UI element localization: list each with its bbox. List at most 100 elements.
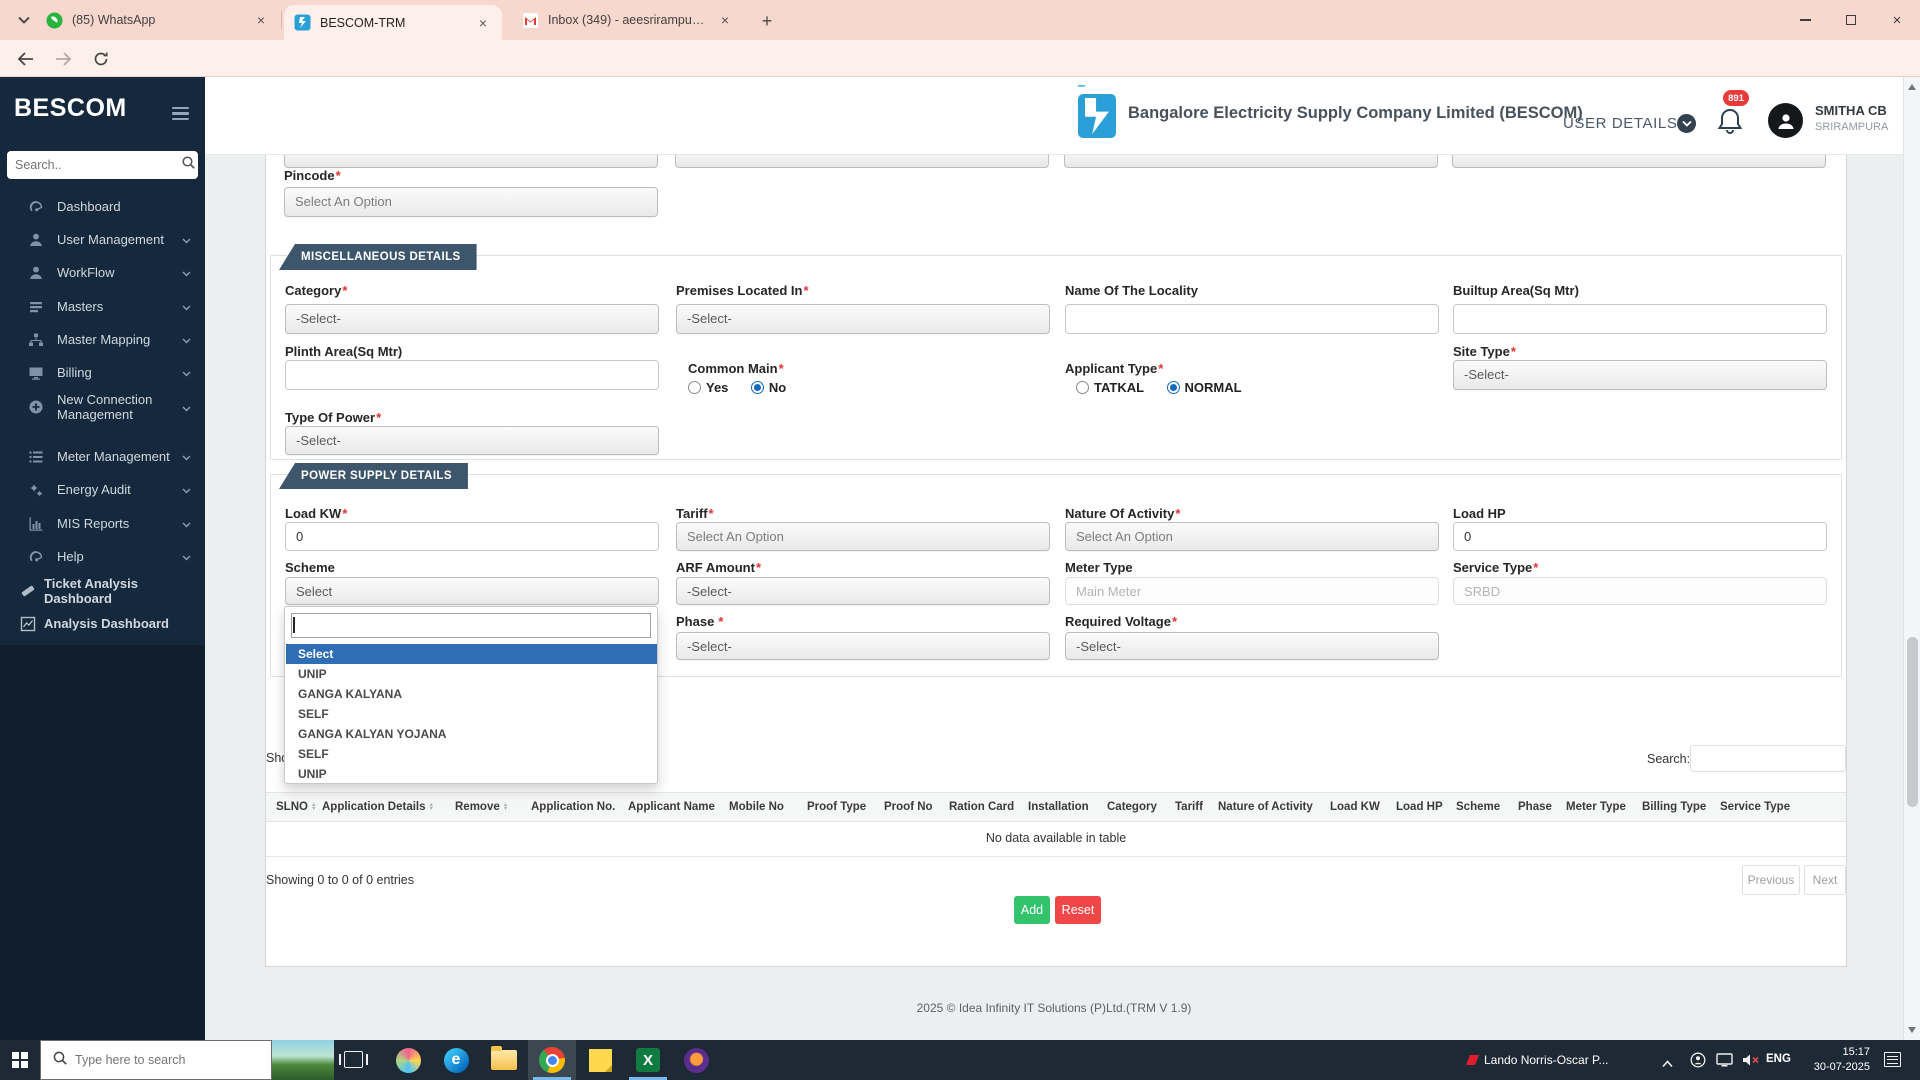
taskbar-app-stickynotes[interactable]: [576, 1040, 624, 1080]
user-avatar[interactable]: [1768, 103, 1803, 138]
load-kw-input[interactable]: [285, 522, 659, 551]
column-header-slno[interactable]: SLNO ▲ ▼: [276, 801, 322, 813]
arf-amount-select[interactable]: -Select-: [676, 577, 1050, 605]
search-icon[interactable]: [182, 156, 195, 174]
chevron-down-icon[interactable]: [1677, 114, 1696, 133]
column-header[interactable]: Nature of Activity: [1218, 801, 1330, 813]
start-button[interactable]: [12, 1052, 28, 1068]
taskbar-app-purple[interactable]: [672, 1040, 720, 1080]
close-tab-icon[interactable]: ×: [474, 14, 492, 32]
column-header[interactable]: Mobile No: [729, 801, 807, 813]
taskbar-app-explorer[interactable]: [480, 1040, 528, 1080]
scheme-option[interactable]: Select: [286, 644, 657, 664]
close-tab-icon[interactable]: ×: [716, 11, 734, 29]
close-window-button[interactable]: ×: [1874, 0, 1920, 40]
back-icon[interactable]: [10, 44, 40, 74]
site-type-select[interactable]: -Select-: [1453, 360, 1827, 390]
load-hp-input[interactable]: [1453, 522, 1827, 551]
scheme-option[interactable]: GANGA KALYANA: [286, 684, 657, 704]
language-indicator[interactable]: ENG: [1766, 1053, 1791, 1065]
sidebar-item-analysis-dashboard[interactable]: Analysis Dashboard: [0, 607, 205, 640]
tray-person-icon[interactable]: [1690, 1052, 1706, 1073]
plinth-area-input[interactable]: [285, 360, 659, 390]
column-header-remove[interactable]: Remove ▲ ▼: [455, 801, 531, 813]
truncated-select[interactable]: [1452, 155, 1826, 168]
locality-input[interactable]: [1065, 304, 1439, 334]
sidebar-search-input[interactable]: [7, 158, 182, 172]
column-header[interactable]: Installation: [1028, 801, 1107, 813]
column-header[interactable]: Service Type: [1720, 801, 1790, 813]
taskbar-news-headline[interactable]: Lando Norris-Oscar P...: [1484, 1053, 1644, 1067]
scheme-option[interactable]: UNIP: [286, 764, 657, 784]
column-header[interactable]: Load HP: [1396, 801, 1456, 813]
add-button[interactable]: Add: [1014, 896, 1050, 924]
column-header[interactable]: Scheme: [1456, 801, 1518, 813]
scheme-option[interactable]: UNIP: [286, 664, 657, 684]
truncated-select[interactable]: [675, 155, 1049, 168]
sidebar-item-new-connection-management[interactable]: New Connection Management: [0, 382, 205, 432]
table-search-input[interactable]: [1690, 745, 1846, 772]
scheme-select[interactable]: Select: [285, 577, 659, 605]
user-details-menu[interactable]: USER DETAILS: [1563, 115, 1677, 132]
column-header-application-details[interactable]: Application Details ▲ ▼: [322, 801, 455, 813]
premises-located-in-select[interactable]: -Select-: [676, 304, 1050, 334]
applicant-type-tatkal-radio[interactable]: [1076, 381, 1089, 394]
tray-expand-icon[interactable]: [1662, 1055, 1673, 1073]
sidebar-toggle-icon[interactable]: [172, 107, 189, 120]
phase-select[interactable]: -Select-: [676, 632, 1050, 660]
page-scrollbar[interactable]: [1903, 77, 1920, 1040]
tray-volume-muted-icon[interactable]: [1742, 1052, 1760, 1073]
truncated-select[interactable]: [1064, 155, 1438, 168]
next-page-button[interactable]: Next: [1804, 865, 1846, 895]
taskbar-app-excel[interactable]: X: [624, 1040, 672, 1080]
taskbar-app-paint[interactable]: [384, 1040, 432, 1080]
close-tab-icon[interactable]: ×: [252, 11, 270, 29]
column-header[interactable]: Phase: [1518, 801, 1566, 813]
taskbar-clock[interactable]: 15:17 30-07-2025: [1798, 1045, 1870, 1075]
column-header[interactable]: Category: [1107, 801, 1175, 813]
tab-gmail[interactable]: Inbox (349) - aeesrirampura@g ×: [512, 0, 744, 40]
category-select[interactable]: -Select-: [285, 304, 659, 334]
column-header[interactable]: Ration Card: [949, 801, 1028, 813]
scroll-up-icon[interactable]: [1908, 84, 1916, 90]
column-header[interactable]: Billing Type: [1642, 801, 1720, 813]
sidebar-item-dashboard[interactable]: Dashboard: [0, 190, 205, 223]
sidebar-item-master-mapping[interactable]: Master Mapping: [0, 323, 205, 356]
weather-widget[interactable]: [272, 1040, 334, 1080]
maximize-button[interactable]: [1828, 0, 1874, 40]
forward-icon[interactable]: [48, 44, 78, 74]
action-center-icon[interactable]: [1884, 1052, 1901, 1067]
scrollbar-thumb[interactable]: [1907, 637, 1918, 807]
column-header[interactable]: Tariff: [1175, 801, 1218, 813]
notifications-bell-icon[interactable]: [1717, 107, 1745, 139]
sidebar-search[interactable]: [7, 151, 198, 179]
reset-button[interactable]: Reset: [1055, 896, 1101, 924]
nature-of-activity-select[interactable]: Select An Option: [1065, 522, 1439, 551]
sidebar-item-energy-audit[interactable]: Energy Audit: [0, 473, 205, 506]
column-header[interactable]: Meter Type: [1566, 801, 1642, 813]
minimize-button[interactable]: [1782, 0, 1828, 40]
sidebar-item-user-management[interactable]: User Management: [0, 223, 205, 256]
sidebar-item-help[interactable]: Help: [0, 540, 205, 573]
sidebar-item-masters[interactable]: Masters: [0, 290, 205, 323]
applicant-type-normal-radio[interactable]: [1166, 381, 1180, 394]
sidebar-item-meter-management[interactable]: Meter Management: [0, 440, 205, 473]
reload-icon[interactable]: [86, 44, 116, 74]
taskbar-search[interactable]: [40, 1040, 272, 1080]
column-header[interactable]: Proof No: [884, 801, 949, 813]
taskbar-app-chrome[interactable]: [528, 1040, 576, 1080]
pincode-select[interactable]: Select An Option: [284, 187, 658, 217]
sidebar-item-ticket-analysis-dashboard[interactable]: Ticket Analysis Dashboard: [0, 574, 205, 607]
scheme-option[interactable]: SELF: [286, 744, 657, 764]
common-main-no-radio[interactable]: [750, 381, 764, 394]
tariff-select[interactable]: Select An Option: [676, 522, 1050, 551]
tray-display-icon[interactable]: [1716, 1053, 1733, 1072]
scheme-option[interactable]: SELF: [286, 704, 657, 724]
tab-bescom-trm[interactable]: BESCOM-TRM ×: [284, 5, 502, 40]
column-header[interactable]: Applicant Name: [628, 801, 729, 813]
column-header[interactable]: Proof Type: [807, 801, 884, 813]
scheme-dropdown-search-input[interactable]: [291, 613, 651, 638]
sidebar-item-mis-reports[interactable]: MIS Reports: [0, 507, 205, 540]
column-header[interactable]: Application No.: [531, 801, 628, 813]
common-main-yes-radio[interactable]: [688, 381, 701, 394]
